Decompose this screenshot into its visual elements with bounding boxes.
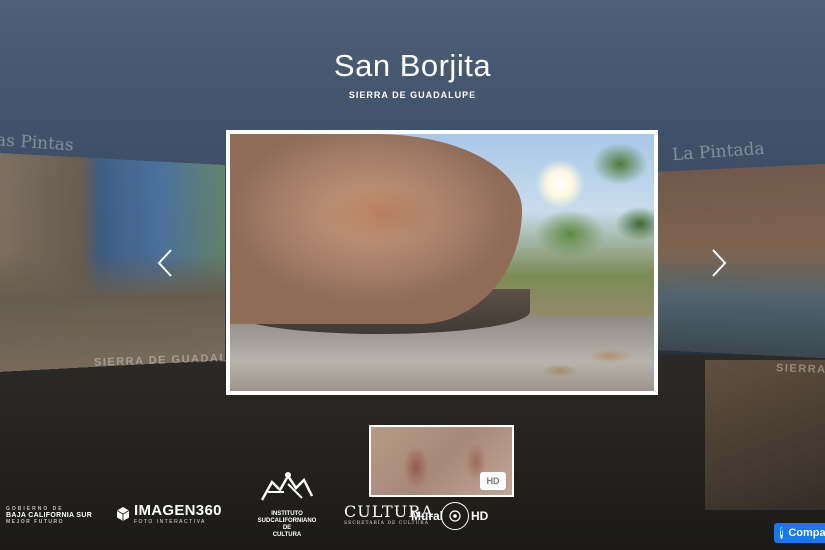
main-photo[interactable] bbox=[230, 134, 654, 391]
logo-isc-line2: SUDCALIFORNIANO bbox=[257, 518, 317, 524]
carousel-main-card[interactable] bbox=[226, 130, 658, 395]
instituto-emblem-icon bbox=[260, 472, 314, 501]
facebook-share-label: Compartir bbox=[788, 527, 825, 539]
carousel-next-card[interactable] bbox=[655, 163, 825, 359]
carousel-next-subtitle: SIERRA bbox=[775, 362, 825, 376]
page-title: San Borjita bbox=[333, 48, 492, 83]
carousel-prev-title: as Pintas bbox=[0, 130, 75, 156]
logo-mural-suffix: HD bbox=[471, 509, 489, 523]
photo-tree bbox=[530, 134, 654, 284]
cube-icon bbox=[116, 506, 130, 521]
logo-isc-line4: CULTURA bbox=[272, 532, 302, 538]
next-arrow-button[interactable] bbox=[704, 248, 734, 278]
logo-baja-california-sur[interactable]: GOBIERNO DE BAJA CALIFORNIA SUR MEJOR FU… bbox=[6, 506, 92, 525]
logo-imagen360[interactable]: IMAGEN360 FOTO INTERACTIVA bbox=[116, 502, 222, 525]
hd-thumbnail[interactable]: HD bbox=[369, 425, 514, 497]
logo-bcs-line3: MEJOR FUTURO bbox=[6, 519, 64, 525]
photo-boulder bbox=[230, 134, 522, 324]
facebook-share-button[interactable]: f Compartir bbox=[774, 523, 825, 543]
logo-mural-name: Mural bbox=[411, 509, 444, 523]
logo-isc-line3: DE bbox=[282, 525, 292, 531]
prev-arrow-button[interactable] bbox=[150, 248, 180, 278]
logo-isc-line1: INSTITUTO bbox=[271, 511, 303, 517]
logo-imagen360-name: IMAGEN360 bbox=[134, 502, 222, 519]
page-subtitle: SIERRA DE GUADALUPE bbox=[348, 90, 477, 100]
chevron-left-icon bbox=[157, 249, 172, 277]
carousel-prev-card[interactable] bbox=[0, 152, 225, 373]
logo-imagen360-tag: FOTO INTERACTIVA bbox=[134, 519, 206, 525]
facebook-icon: f bbox=[780, 527, 784, 539]
background-rock bbox=[705, 360, 825, 510]
hd-badge: HD bbox=[480, 472, 506, 490]
seal-icon bbox=[441, 502, 470, 530]
logo-mural-hd[interactable]: Mural HD bbox=[411, 502, 488, 530]
chevron-right-icon bbox=[712, 249, 727, 277]
logo-instituto-sudcaliforniano[interactable]: INSTITUTO SUDCALIFORNIANO DE CULTURA bbox=[252, 470, 322, 539]
carousel-next-title: La Pintada bbox=[671, 138, 766, 166]
logo-bcs-line2: BAJA CALIFORNIA SUR bbox=[6, 512, 93, 519]
logo-bcs-line1: GOBIERNO DE bbox=[6, 506, 64, 512]
